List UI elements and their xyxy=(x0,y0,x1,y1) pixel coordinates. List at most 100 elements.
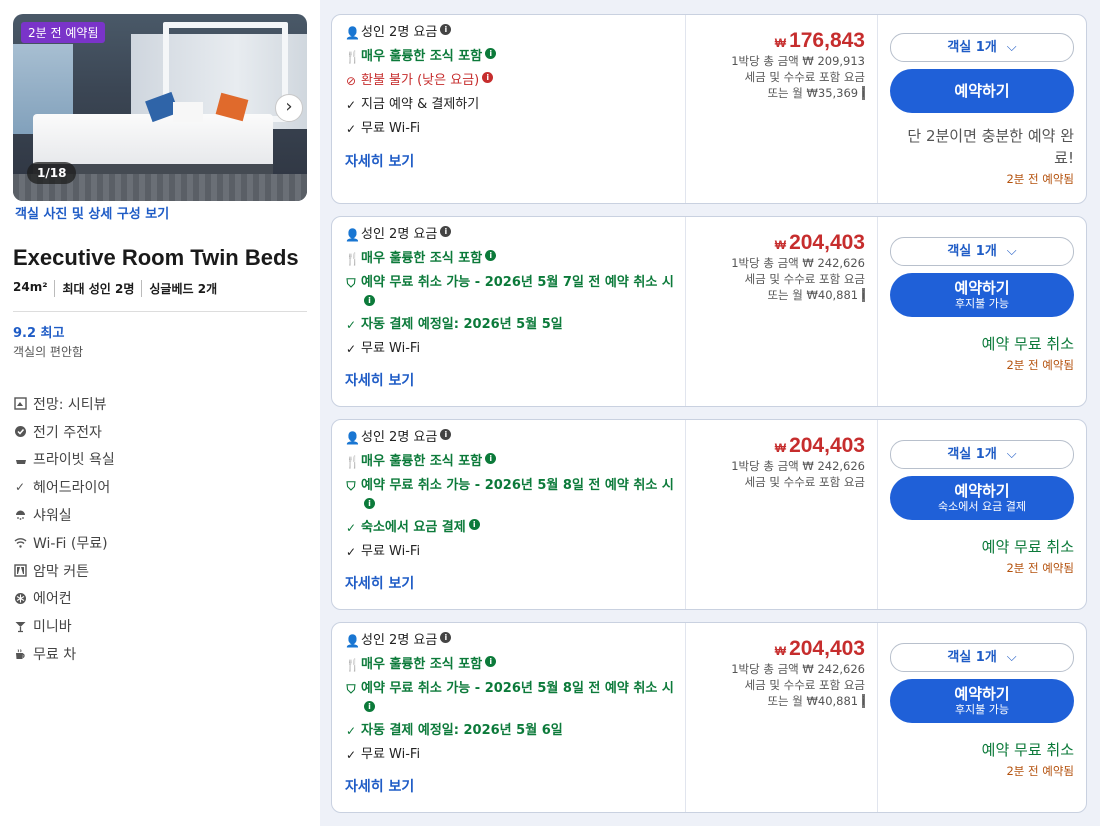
info-icon[interactable]: i xyxy=(861,288,865,302)
check-icon: ✓ xyxy=(345,545,357,559)
info-icon[interactable]: i xyxy=(440,226,452,237)
no-refund-icon: ⊘ xyxy=(345,74,357,88)
chevron-down-icon: ⌵ xyxy=(1006,447,1017,462)
chevron-down-icon: ⌵ xyxy=(1006,40,1017,55)
breakfast-line: 🍴 매우 훌륭한 조식 포함 i xyxy=(345,453,685,471)
room-quantity-select[interactable]: 객실 1개 ⌵ xyxy=(890,237,1074,266)
curtain-icon xyxy=(13,564,27,578)
free-cancel-note: 예약 무료 취소 xyxy=(981,538,1074,556)
price-total: 1박당 총 금액 ₩ 242,626 xyxy=(731,459,865,473)
offer-booking: 객실 1개 ⌵ 예약하기 단 2분이면 충분한 예약 완료! 2분 전 예약됨 xyxy=(878,15,1086,203)
amenity-item: 미니바 xyxy=(13,612,307,640)
offer-details: 👤 성인 2명 요금 i 🍴 매우 훌륭한 조식 포함 i ⛉ 예약 무료 취소 가능 -… xyxy=(332,623,686,812)
recent-booking-note: 2분 전 예약됨 xyxy=(1006,172,1074,186)
offer-booking: 객실 1개 ⌵ 예약하기 후지불 가능 예약 무료 취소 2분 전 예약됨 xyxy=(878,217,1086,406)
price: ₩204,403 xyxy=(774,637,865,660)
price-total: 1박당 총 금액 ₩ 242,626 xyxy=(731,256,865,270)
cocktail-icon xyxy=(13,619,27,633)
price: ₩176,843 xyxy=(774,29,865,52)
pay-at-property-line: ✓ 숙소에서 요금 결제 i xyxy=(345,519,685,537)
rating-label: 객실의 편안함 xyxy=(13,345,84,359)
book-button[interactable]: 예약하기 숙소에서 요금 결제 xyxy=(890,476,1074,520)
book-button[interactable]: 예약하기 후지불 가능 xyxy=(890,273,1074,317)
fork-knife-icon: 🍴 xyxy=(345,50,360,64)
info-icon[interactable]: i xyxy=(485,656,497,667)
price-total: 1박당 총 금액 ₩ 242,626 xyxy=(731,662,865,676)
check-icon: ✓ xyxy=(345,342,357,356)
offer-price: ₩176,843 1박당 총 금액 ₩ 209,913 세금 및 수수료 포함 … xyxy=(686,15,878,203)
info-icon[interactable]: i xyxy=(485,250,497,261)
info-icon[interactable]: i xyxy=(364,701,375,712)
book-button[interactable]: 예약하기 xyxy=(890,69,1074,113)
room-title: Executive Room Twin Beds xyxy=(13,245,299,270)
shield-check-icon: ⛉ xyxy=(346,276,356,290)
price: ₩204,403 xyxy=(774,434,865,457)
view-icon xyxy=(13,397,27,411)
info-icon[interactable]: i xyxy=(440,24,452,35)
recent-booking-note: 2분 전 예약됨 xyxy=(1006,358,1074,372)
price-monthly: 또는 월 ₩35,369 i xyxy=(767,86,865,100)
chevron-right-icon[interactable]: › xyxy=(275,94,303,122)
info-icon[interactable]: i xyxy=(861,694,865,708)
room-quantity-select[interactable]: 객실 1개 ⌵ xyxy=(890,643,1074,672)
info-icon[interactable]: i xyxy=(364,498,375,509)
amenity-item: 암막 커튼 xyxy=(13,557,307,585)
room-quantity-select[interactable]: 객실 1개 ⌵ xyxy=(890,440,1074,469)
check-icon: ✓ xyxy=(345,318,357,332)
recent-booking-note: 2분 전 예약됨 xyxy=(1006,561,1074,575)
person-icon: 👤 xyxy=(345,634,360,648)
info-icon[interactable]: i xyxy=(861,86,865,100)
autopay-line: ✓ 자동 결제 예정일: 2026년 5월 5일 xyxy=(345,317,563,332)
person-icon: 👤 xyxy=(345,26,360,40)
breakfast-line: 🍴 매우 훌륭한 조식 포함 i xyxy=(345,656,685,674)
details-link[interactable]: 자세히 보기 xyxy=(345,370,414,390)
wifi-line: ✓ 무료 Wi-Fi xyxy=(345,747,421,762)
check-icon: ✓ xyxy=(14,480,26,495)
check-icon: ✓ xyxy=(345,748,357,762)
shield-check-icon: ⛉ xyxy=(346,479,356,493)
check-icon: ✓ xyxy=(345,521,357,535)
offer-card: 👤 성인 2명 요금 i 🍴 매우 훌륭한 조식 포함 i ⛉ 예약 무료 취소 가능 -… xyxy=(331,216,1087,407)
amenity-item: 전기 주전자 xyxy=(13,418,307,446)
price-tax-note: 세금 및 수수료 포함 요금 xyxy=(744,678,865,692)
fork-knife-icon: 🍴 xyxy=(345,658,360,672)
info-icon[interactable]: i xyxy=(482,72,494,83)
autopay-line: ✓ 자동 결제 예정일: 2026년 5월 6일 xyxy=(345,723,563,738)
price-monthly: 또는 월 ₩40,881 i xyxy=(767,694,865,708)
details-link[interactable]: 자세히 보기 xyxy=(345,573,414,593)
room-meta: 24m² 최대 성인 2명 싱글베드 2개 xyxy=(13,280,307,297)
wifi-line: ✓ 무료 Wi-Fi xyxy=(345,121,421,136)
info-icon[interactable]: i xyxy=(440,632,452,643)
price: ₩204,403 xyxy=(774,231,865,254)
guests-line: 👤 성인 2명 요금 i xyxy=(345,24,685,42)
breakfast-line: 🍴 매우 훌륭한 조식 포함 i xyxy=(345,48,685,66)
details-link[interactable]: 자세히 보기 xyxy=(345,151,414,171)
amenity-item: 전망: 시티뷰 xyxy=(13,390,307,418)
info-icon[interactable]: i xyxy=(485,453,497,464)
room-quantity-select[interactable]: 객실 1개 ⌵ xyxy=(890,33,1074,62)
room-photo[interactable]: 2분 전 예약됨 1/18 › xyxy=(13,14,307,201)
book-button[interactable]: 예약하기 후지불 가능 xyxy=(890,679,1074,723)
cancel-line: ⛉ 예약 무료 취소 가능 - 2026년 5월 8일 전 예약 취소 시i xyxy=(346,681,674,712)
details-link[interactable]: 자세히 보기 xyxy=(345,776,414,796)
chevron-down-icon: ⌵ xyxy=(1006,650,1017,665)
info-icon[interactable]: i xyxy=(364,295,375,306)
room-photos-link[interactable]: 객실 사진 및 상세 구성 보기 xyxy=(13,203,307,222)
price-total: 1박당 총 금액 ₩ 209,913 xyxy=(731,54,865,68)
guests-line: 👤 성인 2명 요금 i xyxy=(345,429,685,447)
price-monthly: 또는 월 ₩40,881 i xyxy=(767,288,865,302)
offer-card: 👤 성인 2명 요금 i 🍴 매우 훌륭한 조식 포함 i ⛉ 예약 무료 취소 가능 -… xyxy=(331,419,1087,610)
booking-note: 단 2분이면 충분한 예약 완료! xyxy=(907,127,1074,167)
cancel-line: ⛉ 예약 무료 취소 가능 - 2026년 5월 7일 전 예약 취소 시i xyxy=(346,275,674,306)
price-tax-note: 세금 및 수수료 포함 요금 xyxy=(744,70,865,84)
bathtub-icon xyxy=(13,452,27,466)
wifi-line: ✓ 무료 Wi-Fi xyxy=(345,544,421,559)
amenity-item: 프라이빗 욕실 xyxy=(13,446,307,474)
amenity-item: Wi-Fi (무료) xyxy=(13,529,307,557)
info-icon[interactable]: i xyxy=(440,429,452,440)
payment-line: ✓ 지금 예약 & 결제하기 xyxy=(345,97,480,112)
info-icon[interactable]: i xyxy=(485,48,497,59)
offer-booking: 객실 1개 ⌵ 예약하기 후지불 가능 예약 무료 취소 2분 전 예약됨 xyxy=(878,623,1086,812)
info-icon[interactable]: i xyxy=(468,519,480,530)
person-icon: 👤 xyxy=(345,431,360,445)
